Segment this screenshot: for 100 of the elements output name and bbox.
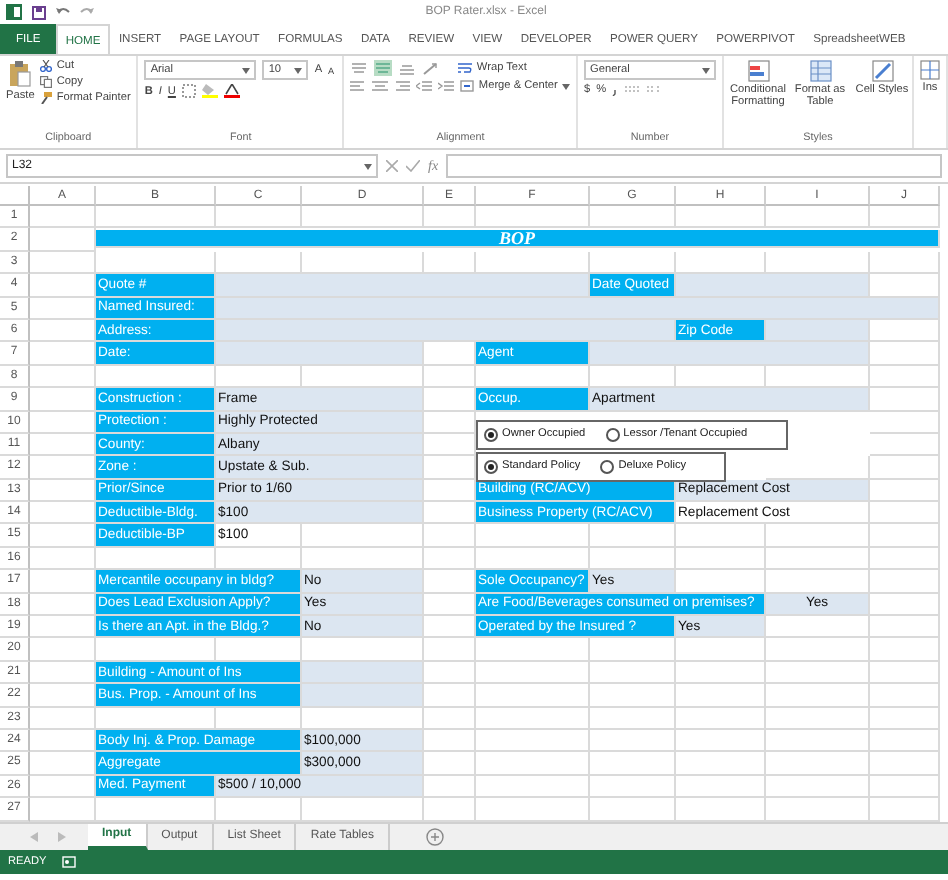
radio-button[interactable] xyxy=(484,427,498,442)
radio-button[interactable] xyxy=(600,459,615,474)
grid-cell[interactable] xyxy=(676,775,766,799)
grid-cell[interactable] xyxy=(766,206,870,229)
grid-cell[interactable] xyxy=(870,684,940,708)
grid-cell[interactable] xyxy=(766,707,870,730)
grid-cell[interactable] xyxy=(424,547,476,571)
grid-cell[interactable] xyxy=(30,707,96,730)
grid-cell[interactable] xyxy=(676,206,766,229)
grid-cell[interactable] xyxy=(302,206,424,229)
grid-cell[interactable] xyxy=(590,638,676,662)
grid-cell[interactable] xyxy=(590,752,676,776)
grid-cell[interactable] xyxy=(476,524,590,548)
grid-cell[interactable] xyxy=(424,206,476,229)
grid-cell[interactable] xyxy=(476,684,590,708)
grid-cell[interactable] xyxy=(870,570,940,594)
check-icon[interactable] xyxy=(406,160,420,172)
orientation-icon[interactable] xyxy=(422,61,441,75)
grid-cell[interactable] xyxy=(870,729,940,753)
grid-cell[interactable] xyxy=(766,661,870,685)
grid-cell[interactable] xyxy=(424,707,476,730)
grid-cell[interactable] xyxy=(96,206,216,229)
formula-input[interactable] xyxy=(446,154,942,178)
grid-cell[interactable] xyxy=(476,707,590,730)
grid-cell[interactable] xyxy=(870,456,940,480)
grid-cell[interactable] xyxy=(766,729,870,753)
grid-cell[interactable] xyxy=(766,638,870,662)
align-top-icon[interactable] xyxy=(350,61,369,75)
grid-cell[interactable] xyxy=(870,433,940,457)
grid-cell[interactable] xyxy=(216,206,302,229)
decrease-indent-icon[interactable] xyxy=(416,80,433,92)
grid-cell[interactable] xyxy=(870,388,940,412)
value-cell[interactable] xyxy=(766,319,870,343)
save-icon[interactable] xyxy=(32,5,46,19)
grid-cell[interactable] xyxy=(590,775,676,799)
scroll-left-icon[interactable] xyxy=(29,831,38,842)
grid-cell[interactable] xyxy=(590,729,676,753)
grid-cell[interactable] xyxy=(590,524,676,548)
align-left-icon[interactable] xyxy=(350,80,367,92)
grid-cell[interactable] xyxy=(870,547,940,571)
grid-cell[interactable] xyxy=(590,661,676,685)
grid-cell[interactable] xyxy=(476,752,590,776)
value-cell[interactable] xyxy=(590,342,870,366)
value-cell[interactable] xyxy=(302,661,424,685)
grid-cell[interactable] xyxy=(30,365,96,389)
grid-cell[interactable] xyxy=(766,684,870,708)
grid-cell[interactable] xyxy=(870,342,940,366)
grid-cell[interactable] xyxy=(30,251,96,275)
grid-cell[interactable] xyxy=(870,502,940,525)
add-sheet-icon[interactable] xyxy=(425,827,444,846)
grid-cell[interactable] xyxy=(870,319,940,343)
grid-cell[interactable] xyxy=(870,707,940,730)
grid-cell[interactable] xyxy=(766,752,870,776)
radio-button[interactable] xyxy=(484,459,498,474)
grid-cell[interactable] xyxy=(870,593,940,617)
cancel-icon[interactable] xyxy=(386,160,398,172)
value-cell[interactable] xyxy=(216,297,940,320)
grid-cell[interactable] xyxy=(766,524,870,548)
fill-color-icon[interactable] xyxy=(201,84,218,98)
grid-cell[interactable] xyxy=(870,365,940,389)
value-cell[interactable] xyxy=(302,684,424,708)
grid-cell[interactable] xyxy=(590,684,676,708)
grid-cell[interactable] xyxy=(676,524,766,548)
grid-cell[interactable] xyxy=(870,616,940,639)
grid-cell[interactable] xyxy=(30,638,96,662)
grid-cell[interactable] xyxy=(476,775,590,799)
grid-cell[interactable] xyxy=(870,206,940,229)
grid-cell[interactable] xyxy=(870,661,940,685)
redo-icon[interactable] xyxy=(80,6,94,18)
grid-cell[interactable] xyxy=(870,251,940,275)
align-right-icon[interactable] xyxy=(394,80,411,92)
grid-cell[interactable] xyxy=(590,206,676,229)
scroll-right-icon[interactable] xyxy=(58,831,67,842)
decrease-decimal-icon[interactable] xyxy=(646,84,663,96)
grid-cell[interactable] xyxy=(870,524,940,548)
align-middle-icon[interactable] xyxy=(374,60,393,76)
grid-cell[interactable] xyxy=(766,547,870,571)
grid-cell[interactable] xyxy=(870,479,940,503)
grid-cell[interactable] xyxy=(590,707,676,730)
comma-style-icon[interactable] xyxy=(612,84,619,96)
value-cell[interactable] xyxy=(216,319,676,343)
grid-cell[interactable] xyxy=(476,638,590,662)
border-icon[interactable] xyxy=(181,84,196,98)
grid-cell[interactable] xyxy=(870,752,940,776)
grid-cell[interactable] xyxy=(30,206,96,229)
grid-cell[interactable] xyxy=(676,707,766,730)
value-cell[interactable] xyxy=(676,274,870,298)
align-center-icon[interactable] xyxy=(372,80,389,92)
grid-cell[interactable] xyxy=(870,411,940,434)
grid-cell[interactable] xyxy=(424,752,476,776)
macro-record-icon[interactable] xyxy=(62,855,77,868)
grid-cell[interactable] xyxy=(424,729,476,753)
grid-cell[interactable] xyxy=(676,638,766,662)
grid-cell[interactable] xyxy=(424,661,476,685)
grid-cell[interactable] xyxy=(30,547,96,571)
grid-cell[interactable] xyxy=(676,752,766,776)
grid-cell[interactable] xyxy=(676,684,766,708)
grid-cell[interactable] xyxy=(476,206,590,229)
grid-cell[interactable] xyxy=(476,729,590,753)
undo-icon[interactable] xyxy=(56,6,70,18)
